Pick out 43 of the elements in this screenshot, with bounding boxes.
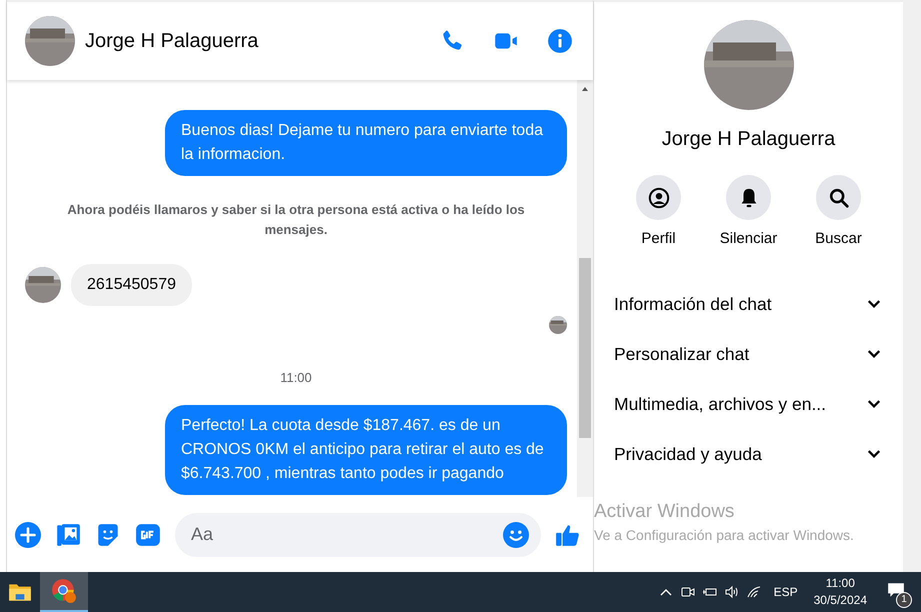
section-header[interactable]: Personalizar chat [594, 329, 903, 379]
action-button[interactable]: Buscar [808, 175, 868, 247]
scroll-up-icon[interactable] [581, 85, 589, 93]
taskbar-app-button[interactable] [40, 572, 88, 612]
browser-icon [51, 578, 77, 604]
scroll-thumb[interactable] [579, 258, 591, 438]
clock[interactable]: 11:00 30/5/2024 [814, 575, 867, 609]
notification-count: 1 [896, 592, 912, 608]
input-language[interactable]: ESP [774, 585, 798, 599]
clock-date: 30/5/2024 [814, 592, 867, 609]
section-title: Multimedia, archivos y en... [614, 394, 826, 414]
timestamp: 11:00 [279, 370, 313, 385]
image-icon[interactable] [55, 522, 81, 548]
wifi-icon[interactable] [746, 584, 762, 600]
plus-icon[interactable] [15, 522, 41, 548]
contact-name: Jorge H Palaguerra [662, 128, 836, 151]
message-input[interactable]: Aa [175, 512, 541, 556]
sent-message: Buenos dias! Dejame tu numero para enviarte toda la informacion. [165, 110, 567, 176]
received-message: 2615450579 [71, 264, 192, 306]
section-header[interactable]: Privacidad y ayuda [594, 429, 903, 479]
activation-message: Ve a Configuración para activar Windows. [594, 527, 854, 543]
section-title: Personalizar chat [614, 344, 750, 364]
read-receipt-avatar [549, 316, 567, 334]
action-button[interactable]: Silenciar [718, 175, 778, 247]
contact-name: Jorge H Palaguerra [85, 30, 260, 52]
avatar-photo [25, 267, 61, 303]
info-icon[interactable] [547, 28, 573, 54]
scrollbar[interactable] [577, 80, 593, 497]
system-notice: Ahora podéis llamaros y saber si la otra persona está activa o ha leído los mensajes. [66, 201, 526, 239]
section-header[interactable]: Información del chat [594, 279, 903, 329]
user-icon [648, 186, 670, 208]
gif-icon[interactable] [135, 522, 161, 548]
section-title: Información del chat [614, 294, 772, 314]
section-header[interactable]: Multimedia, archivos y en... [594, 379, 903, 429]
clock-time: 11:00 [826, 575, 855, 592]
search-icon [828, 186, 850, 208]
activation-title: Activar Windows [594, 501, 736, 523]
action-button[interactable]: Perfil [628, 175, 688, 247]
avatar-photo [25, 16, 75, 66]
speaker-icon[interactable] [724, 584, 740, 600]
smiley-icon[interactable] [503, 522, 529, 548]
sent-message: Perfecto! La cuota desde $187.467. es de un CRONOS 0KM el anticipo para retirar el auto es de $6.743.700 , mientras tanto podes ir pagando [165, 405, 567, 495]
section-title: Privacidad y ayuda [614, 444, 762, 464]
